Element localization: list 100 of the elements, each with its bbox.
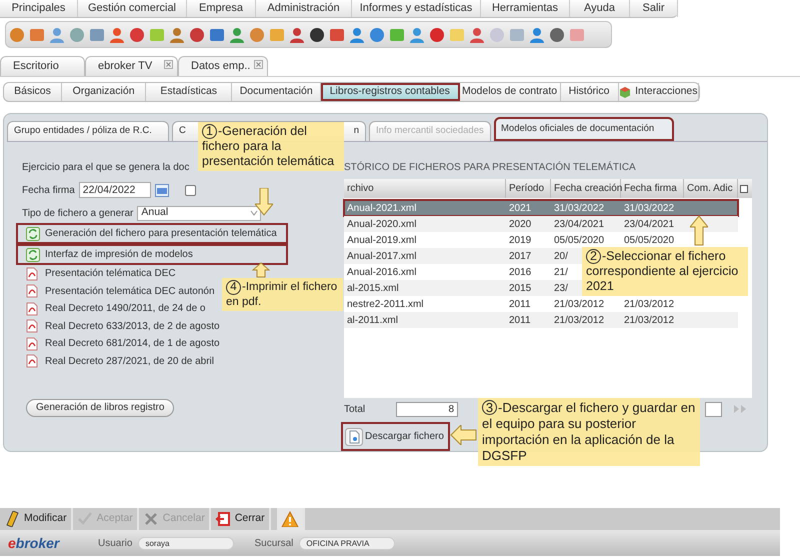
table-cell-text: 31/03/2022 (554, 202, 604, 216)
document-link[interactable]: Presentación telématica DEC (45, 266, 176, 282)
pdf-icon (26, 266, 38, 281)
table-row[interactable]: Anual-2020.xml 2020 23/04/2021 23/04/2021 (344, 216, 738, 232)
person-icon[interactable] (289, 26, 305, 42)
user-field: soraya (138, 536, 234, 550)
exit-icon (214, 511, 231, 527)
branch-field: OFICINA PRAVIA (299, 536, 396, 550)
sub-tab[interactable]: Básicos (4, 83, 62, 101)
document-link[interactable]: Presentación telemática DEC autonón (45, 284, 215, 299)
cube-icon (619, 86, 632, 98)
menu-item[interactable]: Principales (0, 0, 78, 17)
round-icon[interactable] (549, 26, 565, 42)
sub-tab[interactable]: Libros-registros contables (321, 83, 460, 101)
column-header[interactable]: Período (506, 179, 551, 198)
round-icon[interactable] (309, 26, 325, 42)
pdf-icon (26, 336, 38, 351)
menu-item[interactable]: Informes y estadísticas (352, 0, 481, 17)
table-cell-text: 21/03/2012 (554, 314, 604, 328)
person-icon[interactable] (169, 26, 185, 42)
table-row[interactable]: al-2011.xml 2011 21/03/2012 21/03/2012 (344, 312, 738, 328)
table-cell-text: Anual-2019.xml (347, 234, 416, 248)
document-tab[interactable]: ebroker TV (85, 56, 178, 76)
table-cell-text: 2020 (509, 218, 532, 232)
document-tab[interactable]: Escritorio (0, 56, 85, 76)
warning-button[interactable] (276, 508, 305, 530)
square-icon[interactable] (389, 26, 405, 42)
table-row[interactable]: Anual-2021.xml 2021 31/03/2022 31/03/2022 (344, 200, 738, 216)
calendar-icon[interactable] (154, 184, 169, 196)
pdf-icon (26, 284, 38, 298)
cross-icon (142, 511, 159, 527)
refresh-icon (26, 226, 40, 240)
checkbox[interactable] (184, 184, 196, 196)
page-field[interactable] (705, 402, 722, 416)
column-header[interactable]: rchivo (344, 179, 506, 198)
document-link[interactable]: Real Decreto 681/2014, de 1 de agosto (45, 336, 220, 352)
square-icon[interactable] (509, 26, 525, 42)
menu-item[interactable]: Herramientas (481, 0, 570, 17)
refresh-icon (26, 248, 40, 262)
table-cell-text: Anual-2017.xml (347, 250, 416, 264)
square-icon[interactable] (29, 26, 45, 42)
table-cell-text: 05/05/2020 (554, 234, 604, 248)
table-cell-text: al-2015.xml (347, 282, 399, 296)
sub-tab[interactable]: Modelos de contrato (460, 83, 561, 101)
person-icon[interactable] (109, 26, 125, 42)
sub-tab[interactable]: Interacciones (618, 83, 700, 101)
download-button[interactable]: Descargar fichero (341, 422, 450, 451)
table-cell-text: 23/04/2021 (554, 218, 604, 232)
document-link[interactable]: Real Decreto 633/2013, de 2 de agosto (45, 318, 220, 334)
person-icon[interactable] (49, 26, 65, 42)
sub-tab[interactable]: Histórico (560, 83, 619, 101)
table-cell-text: 2019 (509, 234, 532, 248)
person-icon[interactable] (349, 26, 365, 42)
square-icon[interactable] (89, 26, 105, 42)
menu-item[interactable]: Gestión comercial (78, 0, 187, 17)
pdf-icon (26, 319, 38, 334)
document-link[interactable]: Real Decreto 287/2021, de 20 de abril (45, 354, 214, 369)
callout-tooltip: 4 -Imprimir el fichero en pdf. (222, 278, 343, 311)
person-icon[interactable] (409, 26, 425, 42)
section-tab[interactable]: Grupo entidades / póliza de R.C. (7, 121, 169, 141)
menu-item[interactable]: Ayuda (570, 0, 630, 17)
document-link[interactable]: Real Decreto 1490/2011, de 24 de o (45, 301, 206, 316)
square-icon[interactable] (329, 26, 345, 42)
date-label: Fecha firma (22, 184, 75, 198)
sub-tab[interactable]: Estadísticas (146, 83, 232, 101)
person-icon[interactable] (229, 26, 245, 42)
close-icon[interactable] (254, 60, 263, 69)
menu-item[interactable]: Salir (630, 0, 678, 17)
square-icon[interactable] (209, 26, 225, 42)
sub-tab[interactable]: Organización (62, 83, 146, 101)
column-header[interactable]: Fecha firma (621, 179, 684, 198)
menu-item[interactable]: Administración (256, 0, 352, 17)
table-cell-text: Anual-2016.xml (347, 266, 416, 280)
arrow-icon (255, 188, 273, 216)
person-icon[interactable] (529, 26, 545, 42)
person-icon[interactable] (469, 26, 485, 42)
exercise-label: Ejercicio para el que se genera la doc (22, 162, 190, 174)
menu-item[interactable]: Empresa (187, 0, 256, 17)
total-field: 8 (396, 402, 458, 416)
square-icon[interactable] (149, 26, 165, 42)
books-button[interactable]: Generación de libros registro (26, 398, 174, 416)
history-title: STÓRICO DE FICHEROS PARA PRESENTACIÓN TELEMÁTICA (344, 162, 637, 174)
columns-icon (738, 182, 750, 194)
close-icon[interactable] (164, 60, 173, 69)
action-button[interactable]: Generación del fichero para presentación telemática (16, 223, 288, 244)
action-button[interactable]: Interfaz de impresión de modelos (16, 244, 288, 265)
table-cell-text: 2016 (509, 266, 532, 280)
table-cell-text: 05/05/2020 (624, 234, 674, 248)
table-cell-text: 23/ (554, 282, 568, 296)
column-header[interactable]: Fecha creación (551, 179, 621, 198)
square-icon[interactable] (269, 26, 285, 42)
total-label: Total (344, 402, 366, 416)
date-field[interactable]: 22/04/2022 (78, 182, 151, 198)
document-tab[interactable]: Datos emp.. (178, 56, 268, 76)
table-cell-text: al-2011.xml (347, 314, 398, 328)
column-header[interactable]: Com. Adic (684, 179, 738, 198)
table-cell-text: 21/03/2012 (624, 298, 674, 312)
table-cell-text: 2011 (509, 314, 531, 328)
section-tab[interactable]: Modelos oficiales de documentación (494, 117, 674, 141)
file-type-select[interactable]: Anual (137, 206, 262, 220)
